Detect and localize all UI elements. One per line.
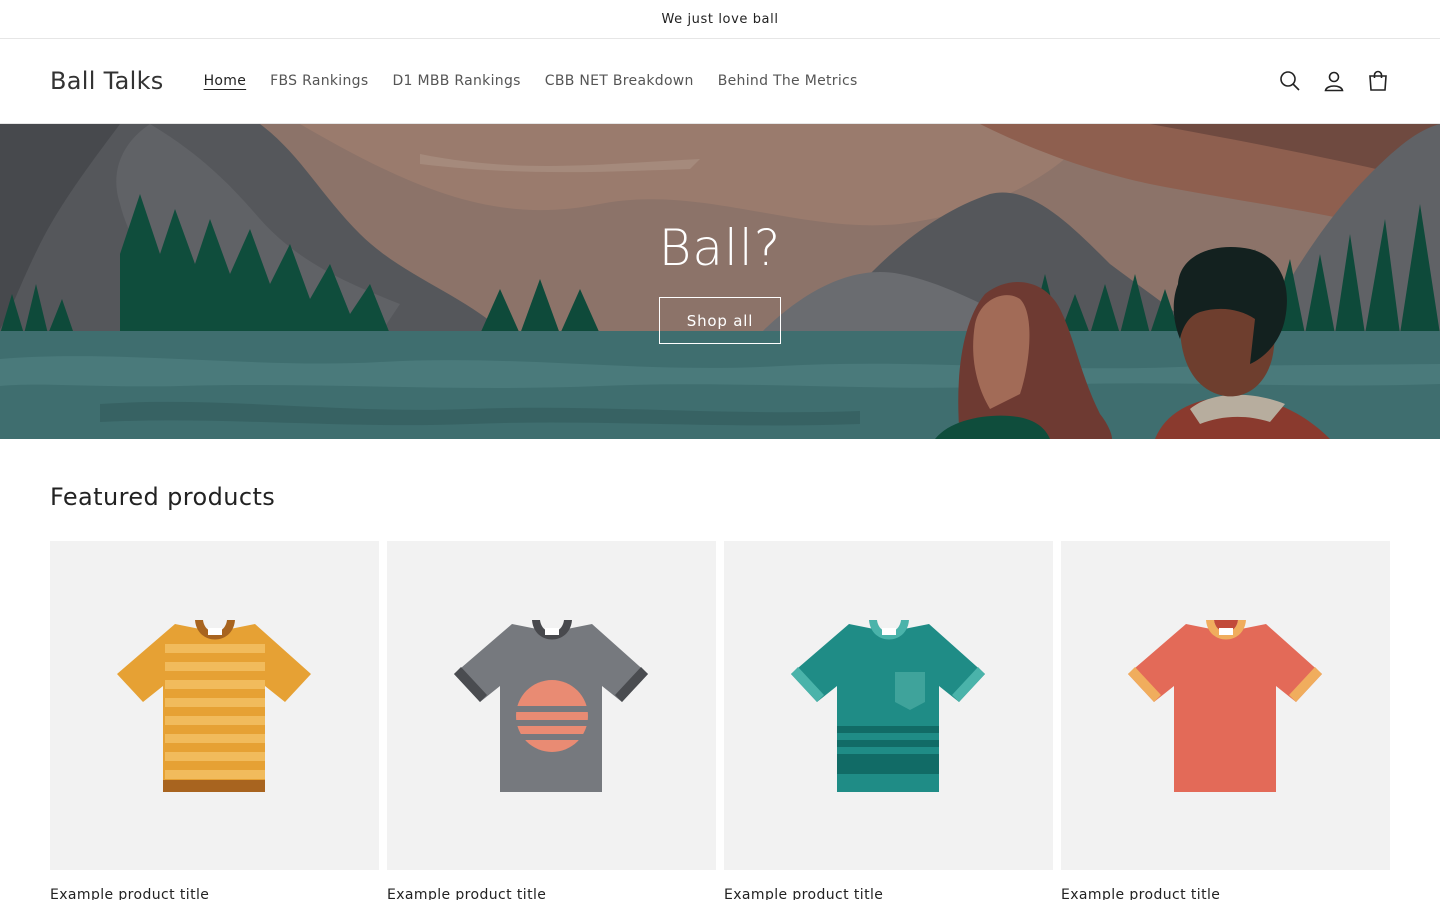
hero-banner: Ball? Shop all xyxy=(0,124,1440,439)
featured-products-section: Featured products Example product title … xyxy=(0,439,1440,900)
cart-icon[interactable] xyxy=(1366,69,1390,93)
product-image[interactable] xyxy=(50,541,379,870)
announcement-bar: We just love ball xyxy=(0,0,1440,39)
product-card[interactable]: Example product title xyxy=(1061,541,1390,900)
striped-tshirt-icon xyxy=(116,619,311,792)
product-card[interactable]: Example product title xyxy=(387,541,716,900)
nav-item-d1-mbb-rankings[interactable]: D1 MBB Rankings xyxy=(380,73,532,89)
site-logo[interactable]: Ball Talks xyxy=(50,67,164,95)
plain-tshirt-icon xyxy=(1127,619,1322,792)
nav-item-home[interactable]: Home xyxy=(192,73,259,89)
product-image[interactable] xyxy=(1061,541,1390,870)
product-title[interactable]: Example product title xyxy=(724,887,1053,900)
section-title: Featured products xyxy=(50,483,276,511)
header-icons xyxy=(1278,69,1390,93)
hero-content: Ball? Shop all xyxy=(0,124,1440,439)
nav-item-fbs-rankings[interactable]: FBS Rankings xyxy=(258,73,380,89)
product-card[interactable]: Example product title xyxy=(50,541,379,900)
graphic-tshirt-icon xyxy=(453,619,648,792)
product-image[interactable] xyxy=(724,541,1053,870)
main-nav: Home FBS Rankings D1 MBB Rankings CBB NE… xyxy=(192,73,870,89)
product-title[interactable]: Example product title xyxy=(1061,887,1390,900)
product-card[interactable]: Example product title xyxy=(724,541,1053,900)
pocket-tshirt-icon xyxy=(790,619,985,792)
account-icon[interactable] xyxy=(1322,69,1346,93)
shop-all-button[interactable]: Shop all xyxy=(659,297,781,344)
nav-item-behind-the-metrics[interactable]: Behind The Metrics xyxy=(706,73,870,89)
announcement-text: We just love ball xyxy=(661,11,779,27)
site-header: Ball Talks Home FBS Rankings D1 MBB Rank… xyxy=(0,39,1440,124)
product-title[interactable]: Example product title xyxy=(387,887,716,900)
nav-item-cbb-net-breakdown[interactable]: CBB NET Breakdown xyxy=(533,73,706,89)
product-image[interactable] xyxy=(387,541,716,870)
product-grid: Example product title Example product ti… xyxy=(50,541,1390,900)
product-title[interactable]: Example product title xyxy=(50,887,379,900)
hero-title: Ball? xyxy=(658,219,782,277)
search-icon[interactable] xyxy=(1278,69,1302,93)
